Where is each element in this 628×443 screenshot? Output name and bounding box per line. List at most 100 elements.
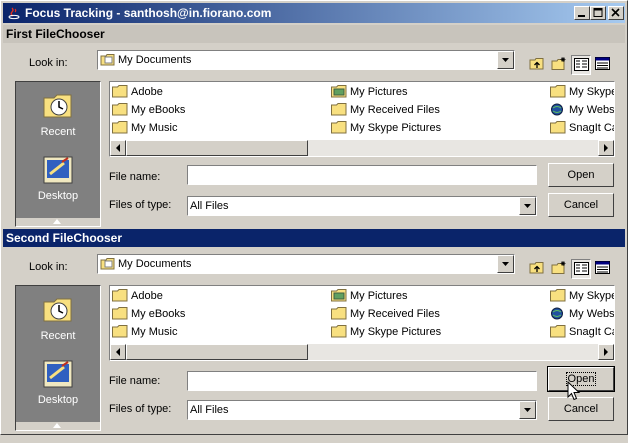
mouse-pointer-icon	[567, 381, 581, 401]
files-of-type-combo[interactable]: All Files	[187, 400, 537, 420]
files-of-type-combo[interactable]: All Files	[187, 196, 537, 216]
places-scroll-button[interactable]	[16, 218, 100, 226]
new-folder-icon	[551, 261, 566, 274]
scrollbar-thumb[interactable]	[126, 140, 308, 156]
chevron-left-icon	[116, 144, 120, 152]
minimize-icon	[578, 15, 585, 17]
second-chooser-header: Second FileChooser	[3, 229, 625, 247]
places-bar: Recent Desktop	[15, 285, 101, 431]
place-desktop[interactable]: Desktop	[16, 350, 100, 410]
folder-icon	[550, 121, 566, 134]
file-name-field[interactable]	[187, 165, 537, 185]
horizontal-scrollbar[interactable]	[110, 344, 614, 360]
new-folder-button[interactable]	[549, 55, 569, 75]
files-of-type-label: Files of type:	[109, 403, 172, 415]
title-bar[interactable]: Focus Tracking - santhosh@in.fiorano.com	[3, 3, 625, 23]
folder-icon	[112, 325, 128, 338]
place-recent-label: Recent	[40, 330, 76, 342]
details-view-button[interactable]	[593, 259, 613, 279]
place-recent[interactable]: Recent	[16, 82, 100, 142]
files-of-type-dropdown-button[interactable]	[519, 401, 536, 419]
focus-tracking-window: Focus Tracking - santhosh@in.fiorano.com…	[0, 0, 628, 435]
recent-icon	[43, 94, 72, 118]
chevron-up-icon	[53, 423, 61, 428]
file-name-field[interactable]	[187, 371, 537, 391]
folder-icon	[331, 121, 347, 134]
horizontal-scrollbar[interactable]	[110, 140, 614, 156]
pictures-folder-icon	[331, 85, 347, 98]
desktop-icon	[43, 156, 73, 184]
details-view-icon	[595, 57, 610, 70]
cancel-button[interactable]: Cancel	[548, 193, 614, 217]
look-in-combo[interactable]: My Documents	[97, 254, 515, 274]
scroll-left-button[interactable]	[110, 140, 126, 156]
scrollbar-thumb[interactable]	[126, 344, 308, 360]
close-icon	[611, 8, 620, 17]
folder-icon	[112, 103, 128, 116]
list-view-icon	[574, 58, 589, 71]
files-of-type-label: Files of type:	[109, 199, 172, 211]
folder-icon	[112, 121, 128, 134]
maximize-button[interactable]	[590, 6, 606, 20]
list-view-button[interactable]	[571, 55, 591, 75]
chevron-up-icon	[53, 219, 61, 224]
up-folder-button[interactable]	[527, 55, 547, 75]
place-desktop[interactable]: Desktop	[16, 146, 100, 206]
up-folder-icon	[529, 58, 544, 70]
files-of-type-value: All Files	[190, 404, 229, 416]
first-file-chooser: Look in: My Documents Recent Desktop Ado…	[1, 43, 628, 239]
look-in-combo[interactable]: My Documents	[97, 50, 515, 70]
up-folder-icon	[529, 262, 544, 274]
documents-folder-icon	[100, 54, 115, 66]
maximize-icon	[593, 8, 603, 17]
folder-icon	[331, 307, 347, 320]
open-button[interactable]: Open	[547, 366, 615, 392]
place-desktop-label: Desktop	[37, 190, 79, 202]
folder-icon	[331, 103, 347, 116]
chevron-right-icon	[604, 348, 608, 356]
minimize-button[interactable]	[574, 6, 590, 20]
close-button[interactable]	[608, 6, 624, 20]
file-list[interactable]: Adobe My eBooks My Music My Pictures My …	[109, 81, 615, 157]
first-chooser-header: First FileChooser	[3, 25, 625, 43]
web-folder-icon	[551, 103, 563, 116]
recent-icon	[43, 298, 72, 322]
look-in-value: My Documents	[118, 54, 192, 66]
place-recent[interactable]: Recent	[16, 286, 100, 346]
scroll-right-button[interactable]	[598, 344, 614, 360]
details-view-button[interactable]	[593, 55, 613, 75]
details-view-icon	[595, 261, 610, 274]
chevron-down-icon	[502, 262, 509, 266]
chevron-down-icon	[524, 204, 531, 208]
look-in-dropdown-button[interactable]	[497, 51, 514, 69]
new-folder-button[interactable]	[549, 259, 569, 279]
folder-icon	[331, 325, 347, 338]
chevron-right-icon	[604, 144, 608, 152]
file-list[interactable]: Adobe My eBooks My Music My Pictures My …	[109, 285, 615, 361]
desktop-icon	[43, 360, 73, 388]
new-folder-icon	[551, 57, 566, 70]
window-title: Focus Tracking - santhosh@in.fiorano.com	[25, 6, 272, 20]
file-name-label: File name:	[109, 375, 161, 387]
list-view-button[interactable]	[571, 259, 591, 279]
web-folder-icon	[551, 307, 563, 320]
chevron-down-icon	[502, 58, 509, 62]
look-in-dropdown-button[interactable]	[497, 255, 514, 273]
documents-folder-icon	[100, 258, 115, 270]
places-scroll-button[interactable]	[16, 422, 100, 430]
places-bar: Recent Desktop	[15, 81, 101, 227]
folder-icon	[112, 307, 128, 320]
second-file-chooser: Look in: My Documents Recent Desktop Ado…	[1, 247, 628, 443]
up-folder-button[interactable]	[527, 259, 547, 279]
scroll-left-button[interactable]	[110, 344, 126, 360]
place-recent-label: Recent	[40, 126, 76, 138]
open-button[interactable]: Open	[548, 163, 614, 187]
scroll-right-button[interactable]	[598, 140, 614, 156]
pictures-folder-icon	[331, 289, 347, 302]
cancel-button[interactable]: Cancel	[548, 397, 614, 421]
look-in-label: Look in:	[29, 261, 68, 273]
folder-icon	[112, 85, 128, 98]
files-of-type-dropdown-button[interactable]	[519, 197, 536, 215]
list-view-icon	[574, 262, 589, 275]
folder-icon	[112, 289, 128, 302]
